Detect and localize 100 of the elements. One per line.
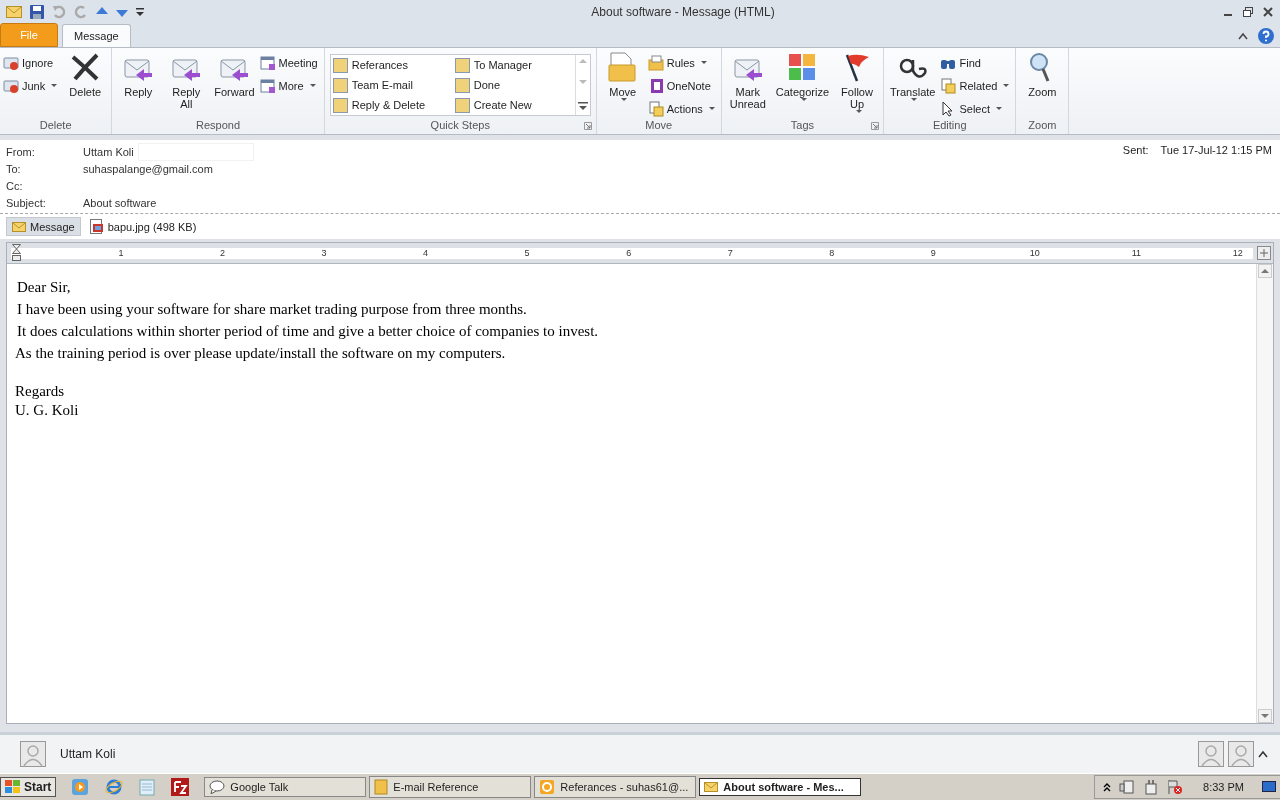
header-value: Uttam Koli: [83, 145, 134, 158]
ribbon-button[interactable]: Rules: [647, 54, 718, 71]
folder-icon: [374, 779, 389, 795]
quick-step-item[interactable]: To Manager: [454, 56, 573, 74]
ribbon-button[interactable]: Mark Unread: [724, 51, 771, 110]
ribbon-button[interactable]: Follow Up: [834, 51, 880, 113]
ftp-client-icon[interactable]: [171, 778, 190, 796]
ruler-number: 6: [625, 248, 633, 258]
collapse-ribbon-icon[interactable]: [1238, 31, 1248, 40]
ruler-number: 1: [117, 248, 125, 258]
body-text: As the training period is over please update/install the software on my computers.: [15, 345, 506, 361]
header-label: Sent:: [1122, 144, 1149, 156]
ruler-number: 10: [1028, 248, 1041, 258]
ribbon-group-label: Zoom: [1028, 118, 1057, 133]
view-toggle-icon[interactable]: [1257, 246, 1271, 260]
ribbon-button[interactable]: Reply All: [163, 51, 210, 110]
sent-date: Tue 17-Jul-12 1:15 PM: [1160, 144, 1272, 156]
ribbon-button[interactable]: OneNote: [647, 77, 718, 94]
ribbon-button[interactable]: Ignore: [3, 54, 61, 71]
scroll-up-icon[interactable]: [1258, 264, 1272, 278]
flag-error-icon[interactable]: [1167, 779, 1184, 795]
ribbon-button[interactable]: Forward: [211, 51, 258, 98]
header-label: To:: [6, 162, 22, 175]
ribbon-button[interactable]: Find: [940, 54, 1013, 71]
dropdown-caret-icon: [700, 61, 707, 64]
ribbon-button[interactable]: Actions: [647, 100, 718, 117]
avatar-icon: [1198, 741, 1224, 767]
header-label: Subject:: [6, 196, 47, 209]
media-player-icon[interactable]: [71, 778, 90, 796]
ruler-number: 11: [1130, 248, 1142, 258]
body-text: I have been using your software for share market trading purpose from three months.: [17, 301, 527, 317]
avatar-icon: [20, 741, 46, 767]
body-text: Dear Sir,: [17, 279, 71, 295]
quick-step-item[interactable]: Reply & Delete: [332, 96, 455, 114]
dialog-launcher-icon[interactable]: [871, 122, 879, 130]
ruler-number: 12: [1231, 248, 1244, 258]
scroll-down-icon[interactable]: [1258, 709, 1272, 723]
ruler-number: 4: [422, 248, 430, 258]
ribbon-button[interactable]: Junk: [3, 77, 61, 94]
dropdown-caret-icon: [911, 98, 918, 101]
power-plug-icon[interactable]: [1143, 779, 1160, 795]
attachment-tab[interactable]: bapu.jpg (498 KB): [84, 217, 202, 236]
envelope-icon: [12, 221, 26, 232]
show-desktop-icon[interactable]: [1262, 780, 1276, 794]
speech-bubble-icon: [209, 780, 226, 794]
restore-icon[interactable]: [1242, 6, 1254, 18]
envelope-icon: [6, 6, 22, 18]
browser-icon[interactable]: [105, 778, 124, 796]
clock: 8:33 PM: [1203, 781, 1244, 793]
ribbon-button[interactable]: Meeting: [259, 54, 321, 71]
customize-menu-icon[interactable]: [136, 7, 144, 17]
header-value: About software: [83, 196, 157, 209]
expand-pane-icon[interactable]: [1258, 750, 1268, 758]
ruler-number: 7: [726, 248, 734, 258]
ribbon-group-label: Respond: [195, 118, 240, 133]
quick-step-item[interactable]: Create New: [454, 96, 573, 114]
ribbon-button[interactable]: Reply: [115, 51, 162, 98]
close-icon[interactable]: [1262, 6, 1274, 18]
ribbon-button[interactable]: More: [259, 77, 321, 94]
ribbon-button[interactable]: Select: [940, 100, 1013, 117]
taskbar-button[interactable]: Google Talk: [204, 777, 367, 797]
dropdown-caret-icon: [621, 98, 628, 101]
ribbon-button[interactable]: Related: [940, 77, 1013, 94]
ribbon-group-label: Editing: [932, 118, 967, 133]
image-file-icon: [89, 219, 104, 234]
attachment-tab[interactable]: Message: [6, 217, 81, 236]
folder-icon: [647, 54, 664, 71]
body-text: It does calculations within shorter period of time and give a better choice of companies to invest.: [17, 323, 599, 339]
save-icon[interactable]: [30, 5, 44, 19]
down-arrow-icon[interactable]: [116, 7, 128, 17]
ruler-number: 2: [219, 248, 227, 258]
start-button[interactable]: Start: [0, 777, 57, 797]
ribbon-tab[interactable]: Message: [62, 24, 131, 47]
ribbon-button[interactable]: Translate: [887, 51, 939, 101]
window-title: About software - Message (HTML): [590, 5, 776, 19]
header-label: From:: [6, 145, 36, 158]
ribbon-button[interactable]: Zoom: [1019, 51, 1066, 98]
quick-step-item[interactable]: Done: [454, 76, 573, 94]
windows-logo-icon: [5, 780, 21, 794]
ribbon-group-label: Tags: [790, 118, 815, 133]
taskbar-button[interactable]: E-mail Reference: [369, 776, 532, 798]
quick-step-item[interactable]: Team E-mail: [332, 76, 455, 94]
ruler-number: 3: [320, 248, 328, 258]
up-arrow-icon[interactable]: [96, 7, 108, 17]
ribbon-group-label: Quick Steps: [430, 118, 490, 133]
dropdown-caret-icon: [708, 107, 715, 110]
indent-marker-icon[interactable]: [12, 244, 21, 262]
help-icon[interactable]: [1258, 27, 1274, 44]
taskbar-button[interactable]: Referances - suhas61@...: [534, 776, 697, 798]
quick-step-item[interactable]: Referances: [332, 56, 455, 74]
dialog-launcher-icon[interactable]: [583, 122, 592, 130]
contact-name: Uttam Koli: [60, 747, 116, 761]
body-text: Regards: [15, 383, 65, 399]
ribbon-button[interactable]: Categorize: [772, 51, 832, 101]
network-icon[interactable]: [1119, 779, 1136, 795]
gallery-expand-icon[interactable]: [577, 100, 588, 112]
ribbon-button[interactable]: Move: [599, 51, 646, 101]
ribbon-button[interactable]: Delete: [62, 51, 109, 98]
show-hidden-icons-icon[interactable]: [1103, 782, 1112, 792]
taskbar-button[interactable]: About software - Mes...: [699, 778, 862, 796]
